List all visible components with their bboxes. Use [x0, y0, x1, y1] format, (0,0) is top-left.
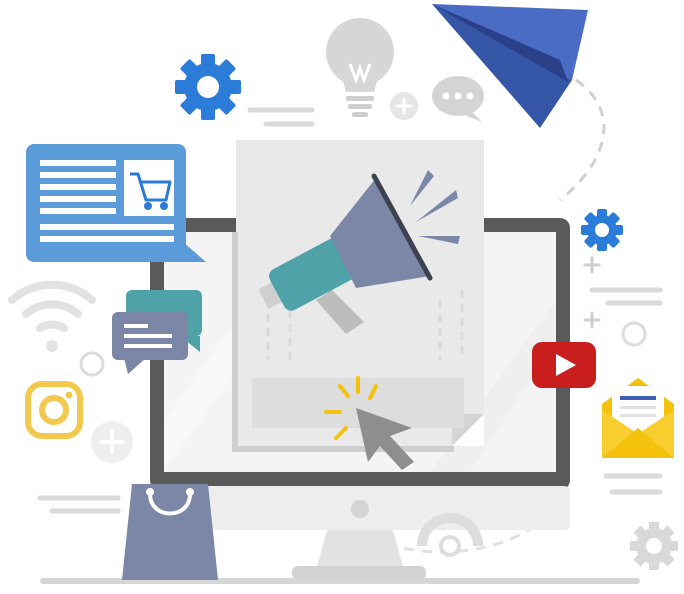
gear-icon	[175, 54, 241, 120]
plus-icon	[91, 421, 133, 463]
instagram-icon	[25, 381, 83, 439]
gear-icon	[581, 209, 623, 251]
plus-icon	[390, 92, 418, 120]
wifi-icon	[8, 280, 96, 352]
email-envelope-icon	[602, 378, 674, 458]
digital-marketing-illustration	[8, 4, 678, 584]
chat-bubble-icon	[432, 76, 484, 122]
monitor-stand	[316, 528, 404, 570]
youtube-play-icon	[532, 342, 596, 388]
monitor-base	[292, 566, 426, 580]
plane-trail	[559, 78, 606, 202]
shopping-bag-icon	[122, 484, 218, 580]
lightbulb-icon	[326, 18, 394, 117]
monitor-button	[351, 500, 369, 518]
decorative-circle	[79, 351, 105, 377]
gear-outline-icon	[630, 522, 678, 570]
decorative-circle	[621, 321, 647, 347]
webpage-shopping-cart-icon	[26, 144, 206, 262]
